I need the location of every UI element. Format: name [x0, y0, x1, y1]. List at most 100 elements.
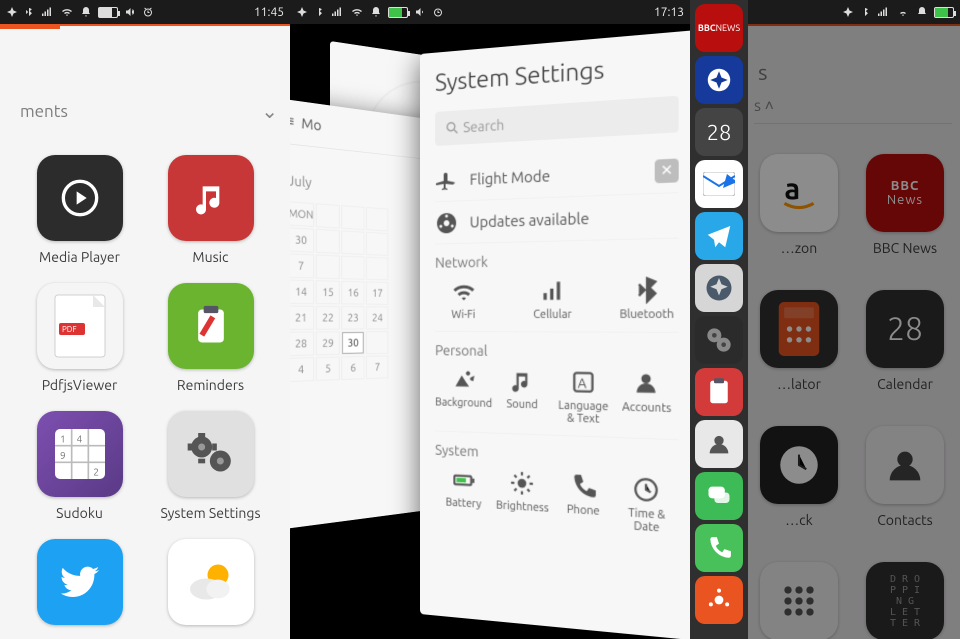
setting-accounts[interactable]: Accounts: [617, 369, 677, 429]
dropping-letters-icon: D R OP P IN GL E TT E R: [866, 562, 944, 639]
svg-text:1: 1: [60, 434, 66, 445]
panel-app-switcher: 17:13 ≡ Mo July MON 30 7 14151617 212223…: [290, 0, 690, 639]
mini-calendar: MON 30 7 14151617 21222324 282930 4567: [290, 199, 390, 384]
bell-icon: [916, 6, 928, 18]
twitter-icon: [37, 539, 123, 625]
status-bar-1: 11:45: [0, 0, 290, 24]
close-icon[interactable]: ✕: [655, 158, 679, 183]
switcher-card-settings[interactable]: System Settings Search Flight Mode ✕ Upd…: [420, 30, 690, 639]
setting-cellular[interactable]: Cellular: [524, 277, 580, 321]
app-weather[interactable]: [159, 539, 262, 633]
launcher-dialer[interactable]: [695, 524, 743, 572]
battery-icon: [98, 7, 118, 18]
app-reminders[interactable]: Reminders: [159, 283, 262, 393]
setting-time[interactable]: Time & Date: [617, 475, 677, 537]
app-bbc-news[interactable]: BBCNews BBC News: [864, 154, 946, 256]
music-icon: [168, 155, 254, 241]
section-header[interactable]: ments ⌄: [0, 89, 290, 135]
app-contacts[interactable]: Contacts: [864, 426, 946, 528]
launcher-bbc[interactable]: BBCNEWS: [695, 4, 743, 52]
launcher-messaging[interactable]: [695, 472, 743, 520]
system-settings-icon: [168, 411, 254, 497]
app-pdfjsviewer[interactable]: PDF PdfjsViewer: [28, 283, 131, 393]
app-calendar[interactable]: 28 Calendar: [864, 290, 946, 392]
setting-wifi[interactable]: Wi-Fi: [437, 278, 490, 321]
setting-updates[interactable]: Updates available: [435, 193, 679, 244]
bbc-icon: BBCNews: [866, 154, 944, 232]
launcher-reminders[interactable]: [695, 368, 743, 416]
weather-icon: [168, 539, 254, 625]
cellular-icon: [330, 6, 344, 18]
settings-title: System Settings: [435, 49, 679, 96]
setting-language[interactable]: ALanguage & Text: [555, 368, 612, 426]
app-label: …ck: [785, 512, 812, 528]
setting-phone[interactable]: Phone: [555, 472, 612, 532]
svg-text:a: a: [784, 172, 800, 205]
setting-background[interactable]: Background: [437, 366, 490, 422]
status-clock: 17:13: [654, 6, 684, 19]
alarm-icon: [432, 6, 444, 18]
battery-icon: [388, 7, 408, 18]
amazon-icon: a: [760, 154, 838, 232]
cellular-icon: [40, 6, 54, 18]
status-clock: 11:45: [254, 6, 284, 19]
label: Flight Mode: [470, 167, 550, 188]
panel-launcher-overlay: s s ˄ a …zon BBCNews BBC News …lator 28 …: [690, 0, 960, 639]
app-dialer[interactable]: …ler: [758, 562, 840, 639]
bell-icon: [370, 6, 382, 18]
app-twitter[interactable]: [28, 539, 131, 633]
svg-text:PDF: PDF: [62, 325, 77, 334]
pdf-icon: PDF: [37, 283, 123, 369]
app-system-settings[interactable]: System Settings: [159, 411, 262, 521]
app-label: Music: [192, 249, 228, 265]
setting-bluetooth[interactable]: Bluetooth: [617, 276, 677, 322]
app-label: …zon: [781, 240, 817, 256]
svg-text:A: A: [577, 376, 587, 391]
app-grid: Media Player Music PDF PdfjsViewer Remin…: [0, 135, 290, 639]
volume-icon: [414, 6, 426, 18]
app-label: BBC News: [873, 240, 937, 256]
sudoku-icon: 1492: [37, 411, 123, 497]
app-music[interactable]: Music: [159, 155, 262, 265]
app-sudoku[interactable]: 1492 Sudoku: [28, 411, 131, 521]
setting-battery[interactable]: Battery: [437, 466, 490, 524]
app-amazon[interactable]: a …zon: [758, 154, 840, 256]
volume-icon: [124, 6, 136, 18]
label: Updates available: [470, 209, 590, 230]
bell-icon: [80, 6, 92, 18]
network-row: Wi-Fi Cellular Bluetooth: [435, 273, 679, 333]
calendar-icon: 28: [866, 290, 944, 368]
launcher-media[interactable]: [695, 316, 743, 364]
search-input[interactable]: Search: [435, 96, 679, 147]
location-icon: [842, 6, 854, 18]
svg-text:2: 2: [93, 467, 99, 478]
svg-text:9: 9: [60, 450, 66, 461]
app-calculator[interactable]: …lator: [758, 290, 840, 392]
launcher-browser[interactable]: [695, 56, 743, 104]
launcher-mail[interactable]: [695, 160, 743, 208]
app-dropping-letters[interactable]: D R OP P IN GL E TT E R Dropping Letters: [864, 562, 946, 639]
launcher: BBCNEWS 28: [690, 0, 748, 639]
search-icon: [445, 119, 460, 136]
airplane-icon: [435, 168, 458, 193]
app-clock[interactable]: …ck: [758, 426, 840, 528]
app-media-player[interactable]: Media Player: [28, 155, 131, 265]
bluetooth-icon: [860, 6, 870, 18]
section-personal: Personal: [435, 342, 679, 361]
section-network: Network: [435, 250, 679, 271]
setting-sound[interactable]: Sound: [495, 367, 550, 424]
launcher-webbrowser[interactable]: [695, 264, 743, 312]
launcher-telegram[interactable]: [695, 212, 743, 260]
launcher-home[interactable]: [695, 576, 743, 624]
section-hint: s ˄: [754, 97, 774, 116]
section-header[interactable]: s ˄: [754, 90, 952, 124]
setting-brightness[interactable]: Brightness: [495, 469, 550, 528]
cellular-icon: [876, 6, 890, 18]
app-label: PdfjsViewer: [42, 377, 118, 393]
launcher-calendar[interactable]: 28: [695, 108, 743, 156]
app-label: Sudoku: [56, 505, 103, 521]
launcher-contacts[interactable]: [695, 420, 743, 468]
app-label: Reminders: [177, 377, 244, 393]
section-title: ments: [20, 102, 68, 121]
app-label: Media Player: [39, 249, 120, 265]
